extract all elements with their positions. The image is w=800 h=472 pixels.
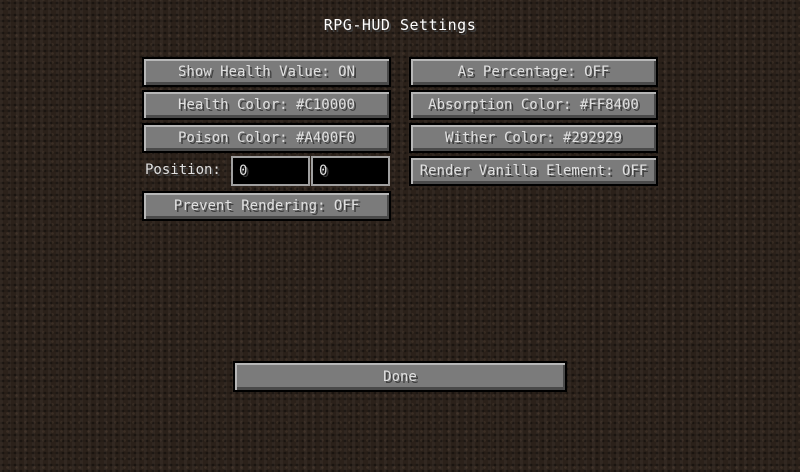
render-vanilla-element-button[interactable]: Render Vanilla Element: OFF xyxy=(409,156,658,186)
show-health-value-button[interactable]: Show Health Value: ON xyxy=(142,57,391,87)
position-x-field[interactable] xyxy=(231,156,310,186)
done-button[interactable]: Done xyxy=(233,361,567,392)
wither-color-button[interactable]: Wither Color: #292929 xyxy=(409,123,658,153)
health-color-button[interactable]: Health Color: #C10000 xyxy=(142,90,391,120)
position-y-field[interactable] xyxy=(311,156,390,186)
as-percentage-button[interactable]: As Percentage: OFF xyxy=(409,57,658,87)
poison-color-button[interactable]: Poison Color: #A400F0 xyxy=(142,123,391,153)
position-label: Position: xyxy=(145,162,221,178)
absorption-color-button[interactable]: Absorption Color: #FF8400 xyxy=(409,90,658,120)
screen-title: RPG-HUD Settings xyxy=(323,16,477,34)
prevent-rendering-button[interactable]: Prevent Rendering: OFF xyxy=(142,191,391,221)
